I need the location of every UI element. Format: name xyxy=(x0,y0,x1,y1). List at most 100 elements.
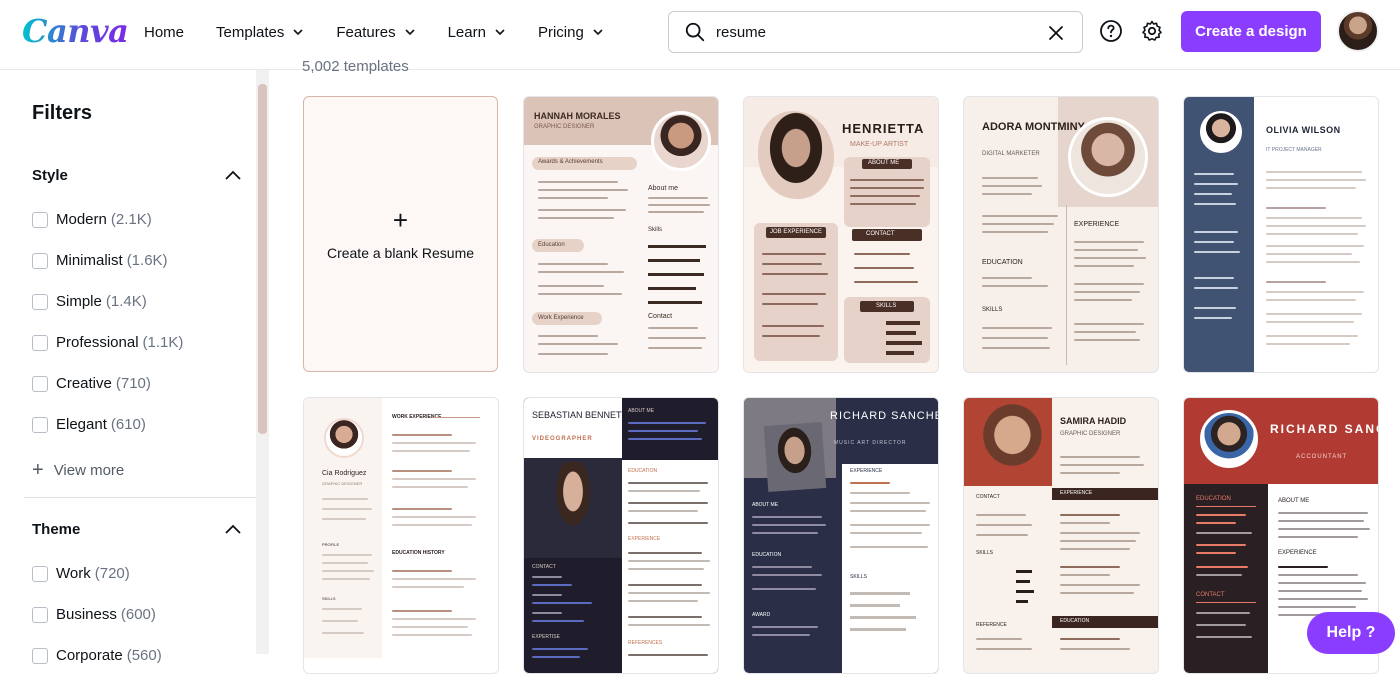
text-line xyxy=(1196,544,1246,546)
checkbox[interactable] xyxy=(32,334,48,351)
create-blank-resume-card[interactable]: + Create a blank Resume xyxy=(303,96,498,372)
text-line xyxy=(532,602,592,604)
text-line xyxy=(1060,592,1134,594)
filter-option-simple[interactable]: Simple (1.4K) xyxy=(32,293,147,310)
text-line xyxy=(392,470,452,472)
text-line xyxy=(322,578,370,580)
chevron-up-icon[interactable] xyxy=(224,167,242,185)
chevron-up-icon[interactable] xyxy=(224,521,242,539)
create-blank-resume-label: Create a blank Resume xyxy=(326,245,475,261)
text-line xyxy=(538,263,608,265)
section-label: JOB EXPERIENCE xyxy=(770,229,823,235)
template-subtitle: DIGITAL MARKETER xyxy=(982,151,1040,157)
text-line xyxy=(628,624,710,626)
filter-option-count: (720) xyxy=(94,565,130,582)
text-line xyxy=(1074,339,1140,341)
nav-features[interactable]: Features xyxy=(320,12,431,52)
section-label: EDUCATION xyxy=(628,468,658,474)
text-line xyxy=(1074,249,1138,251)
text-line xyxy=(976,514,1026,516)
template-card[interactable]: SAMIRA HADID GRAPHIC DESIGNER EXPERIENCE… xyxy=(963,397,1159,674)
settings-button[interactable] xyxy=(1138,17,1166,45)
sidebar-scrollbar[interactable] xyxy=(256,70,269,654)
filter-option-label: Business xyxy=(56,606,117,623)
section-label: CONTACT xyxy=(866,231,895,237)
profile-photo xyxy=(542,462,604,554)
filter-option-minimalist[interactable]: Minimalist (1.6K) xyxy=(32,252,168,269)
filter-option-work[interactable]: Work (720) xyxy=(32,565,130,582)
section-label: REFERENCE xyxy=(976,622,1007,628)
checkbox[interactable] xyxy=(32,565,48,582)
template-card[interactable]: ADORA MONTMINY DIGITAL MARKETER EXPERIEN… xyxy=(963,96,1159,373)
filter-option-corporate[interactable]: Corporate (560) xyxy=(32,647,162,664)
text-line xyxy=(392,570,452,572)
text-line xyxy=(1196,574,1242,576)
filter-option-modern[interactable]: Modern (2.1K) xyxy=(32,211,152,228)
filter-section-theme-title[interactable]: Theme xyxy=(32,521,80,538)
nav-learn[interactable]: Learn xyxy=(432,12,522,52)
text-line xyxy=(976,534,1028,536)
text-line xyxy=(1266,253,1352,255)
text-line xyxy=(854,253,910,255)
nav-templates[interactable]: Templates xyxy=(200,12,320,52)
skill-bar xyxy=(1016,570,1032,573)
template-card[interactable]: HANNAH MORALES GRAPHIC DESIGNER Awards &… xyxy=(523,96,719,373)
skill-bar xyxy=(1016,590,1034,593)
section-label: EXPERIENCE xyxy=(1278,550,1317,556)
text-line xyxy=(976,524,1032,526)
nav-pricing[interactable]: Pricing xyxy=(522,12,620,52)
template-card[interactable]: OLIVIA WILSON IT PROJECT MANAGER xyxy=(1183,96,1379,373)
text-line xyxy=(322,498,368,500)
template-subtitle: MAKE-UP ARTIST xyxy=(850,141,909,148)
section-label: ABOUT ME xyxy=(868,160,900,166)
checkbox[interactable] xyxy=(32,375,48,392)
view-more-button[interactable]: + View more xyxy=(32,459,124,482)
text-line xyxy=(538,335,598,337)
filter-option-business[interactable]: Business (600) xyxy=(32,606,156,623)
template-card[interactable]: SEBASTIAN BENNETT VIDEOGRAPHER ABOUT ME … xyxy=(523,397,719,674)
skill-bar xyxy=(648,287,696,290)
filter-option-creative[interactable]: Creative (710) xyxy=(32,375,151,392)
filter-option-professional[interactable]: Professional (1.1K) xyxy=(32,334,183,351)
text-line xyxy=(648,327,698,329)
text-line xyxy=(752,566,812,568)
profile-photo xyxy=(1200,410,1258,468)
text-line xyxy=(850,195,920,197)
skill-bar xyxy=(1016,580,1030,583)
checkbox[interactable] xyxy=(32,647,48,664)
text-line xyxy=(628,430,698,432)
template-card[interactable]: RICHARD SANCHEZ MUSIC ART DIRECTOR EXPER… xyxy=(743,397,939,674)
text-line xyxy=(532,594,562,596)
checkbox[interactable] xyxy=(32,416,48,433)
filter-section-style-title[interactable]: Style xyxy=(32,167,68,184)
filter-option-count: (1.4K) xyxy=(105,293,147,310)
canva-logo[interactable]: Canva xyxy=(22,12,129,50)
nav-home[interactable]: Home xyxy=(128,12,200,52)
text-line xyxy=(1194,241,1234,243)
text-line xyxy=(982,177,1038,179)
text-line xyxy=(850,524,930,526)
template-card[interactable]: Cia Rodriguez GRAPHIC DESIGNER PROFILE S… xyxy=(303,397,499,674)
close-icon[interactable] xyxy=(1046,23,1066,43)
checkbox[interactable] xyxy=(32,606,48,623)
text-line xyxy=(1196,612,1250,614)
text-line xyxy=(392,508,452,510)
filter-option-elegant[interactable]: Elegant (610) xyxy=(32,416,146,433)
checkbox[interactable] xyxy=(32,211,48,228)
text-line xyxy=(982,277,1032,279)
text-line xyxy=(392,524,472,526)
text-line xyxy=(1278,574,1358,576)
search-input[interactable] xyxy=(716,23,1036,41)
create-design-button[interactable]: Create a design xyxy=(1181,11,1321,52)
skill-bar xyxy=(648,259,700,262)
sidebar-band xyxy=(1184,484,1268,673)
template-card[interactable]: HENRIETTA MAKE-UP ARTIST ABOUT ME JOB EX… xyxy=(743,96,939,373)
checkbox[interactable] xyxy=(32,252,48,269)
help-button[interactable] xyxy=(1097,17,1125,45)
avatar[interactable] xyxy=(1337,10,1379,52)
checkbox[interactable] xyxy=(32,293,48,310)
help-chat-button[interactable]: Help ? xyxy=(1307,612,1395,654)
text-line xyxy=(1060,574,1110,576)
scrollbar-thumb[interactable] xyxy=(258,84,267,434)
section-label: Skills xyxy=(648,227,663,233)
